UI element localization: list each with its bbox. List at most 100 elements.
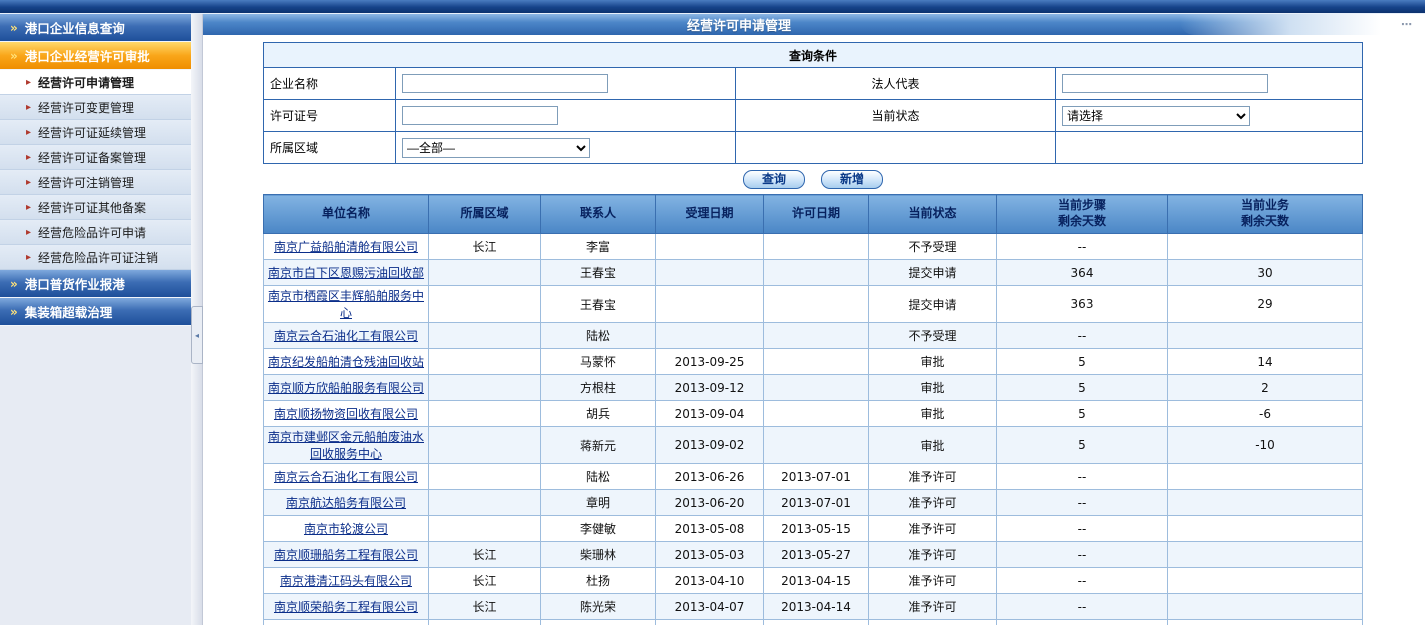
cell-region — [429, 260, 541, 286]
company-link[interactable]: 南京纪发船舶清仓残油回收站 — [268, 355, 424, 369]
company-link[interactable]: 南京云合石油化工有限公司 — [274, 470, 418, 484]
cell-status: 准予许可 — [869, 490, 997, 516]
company-name-cell: 南京广益船舶清舱有限公司 — [264, 234, 429, 260]
cell-license-date: 2013-07-01 — [764, 464, 869, 490]
cell-step-days: 5 — [997, 349, 1168, 375]
col-header-region: 所属区域 — [429, 195, 541, 234]
cell-biz-days: 30 — [1168, 260, 1363, 286]
cell-license-date — [764, 260, 869, 286]
cell-license-date — [764, 323, 869, 349]
cell-step-days: 363 — [997, 286, 1168, 323]
cell-step-days: 5 — [997, 427, 1168, 464]
company-link[interactable]: 南京顺扬物资回收有限公司 — [274, 407, 418, 421]
results-body: 南京广益船舶清舱有限公司长江李富不予受理--南京市白下区恩赐污油回收部王春宝提交… — [264, 234, 1363, 625]
menu-arrow-icon: ▸ — [26, 202, 31, 213]
cell-step-days: -- — [997, 568, 1168, 594]
group-expand-icon: » — [10, 49, 18, 63]
sidebar-item-license-change-mgmt[interactable]: ▸ 经营许可变更管理 — [0, 95, 191, 120]
cell-biz-days: 29 — [1168, 286, 1363, 323]
company-link[interactable]: 南京广益船舶清舱有限公司 — [274, 240, 418, 254]
company-link[interactable]: 南京港清江码头有限公司 — [280, 574, 412, 588]
company-name-cell: 南京市建邺区金元船舶废油水回收服务中心 — [264, 427, 429, 464]
sidebar-item-label: 经营许可变更管理 — [38, 99, 134, 116]
sidebar-item-license-apply-mgmt[interactable]: ▸ 经营许可申请管理 — [0, 70, 191, 95]
sidebar-item-license-record-mgmt[interactable]: ▸ 经营许可证备案管理 — [0, 145, 191, 170]
license-no-input[interactable] — [402, 106, 558, 125]
cell-accept-date: 2013-04-10 — [656, 568, 764, 594]
cell-biz-days — [1168, 542, 1363, 568]
cell-contact: 李富 — [541, 234, 656, 260]
sidebar-item-label: 经营危险品许可申请 — [38, 224, 146, 241]
sidebar-group-label: 港口企业经营许可审批 — [25, 46, 150, 65]
results-table: 单位名称 所属区域 联系人 受理日期 许可日期 当前状态 当前步骤 剩余天数 当… — [263, 194, 1363, 625]
table-row: 南京顺方欣船舶服务有限公司方根柱2013-09-12审批52 — [264, 375, 1363, 401]
company-link[interactable]: 南京市轮渡公司 — [304, 522, 388, 536]
region-select[interactable]: —全部— — [402, 138, 590, 158]
company-name-cell: 南京航达船务有限公司 — [264, 490, 429, 516]
sidebar-item-dangerous-goods-apply[interactable]: ▸ 经营危险品许可申请 — [0, 220, 191, 245]
cell-region: 长江 — [429, 568, 541, 594]
cell-region — [429, 286, 541, 323]
company-link[interactable]: 南京市栖霞区丰辉船舶服务中心 — [268, 289, 424, 320]
cell-step-days: -- — [997, 516, 1168, 542]
cell-biz-days — [1168, 516, 1363, 542]
titlebar-corner: ⋯ — [1180, 14, 1425, 35]
cell-biz-days: 14 — [1168, 349, 1363, 375]
sidebar-group-container-overload[interactable]: » 集装箱超载治理 — [0, 298, 191, 326]
cell-contact: 李健敏 — [541, 516, 656, 542]
search-button[interactable]: 查询 — [743, 170, 805, 189]
sidebar-group-port-enterprise-query[interactable]: » 港口企业信息查询 — [0, 14, 191, 42]
page-title-bar: 经营许可申请管理 ⋯ — [203, 14, 1425, 35]
company-name-cell: 南京顺扬物资回收有限公司 — [264, 401, 429, 427]
cell-accept-date: 2013-03-08 — [656, 620, 764, 625]
sidebar-group-cargo-report[interactable]: » 港口普货作业报港 — [0, 270, 191, 298]
cell-region — [429, 490, 541, 516]
add-button[interactable]: 新增 — [821, 170, 883, 189]
company-name-cell: 南京市栖霞区丰辉船舶服务中心 — [264, 286, 429, 323]
cell-contact: 杜扬 — [541, 620, 656, 625]
company-name-input[interactable] — [402, 74, 608, 93]
cell-contact: 方根柱 — [541, 375, 656, 401]
sidebar-item-label: 经营许可证延续管理 — [38, 124, 146, 141]
cell-accept-date — [656, 323, 764, 349]
legal-rep-input[interactable] — [1062, 74, 1268, 93]
grip-dots-icon: ⋯ — [1401, 18, 1413, 31]
cell-accept-date: 2013-04-07 — [656, 594, 764, 620]
company-link[interactable]: 南京顺珊船务工程有限公司 — [274, 548, 418, 562]
status-select[interactable]: 请选择 — [1062, 106, 1250, 126]
table-row: 南京市白下区恩赐污油回收部王春宝提交申请36430 — [264, 260, 1363, 286]
company-link[interactable]: 南京顺荣船务工程有限公司 — [274, 600, 418, 614]
sidebar-item-license-cancel-mgmt[interactable]: ▸ 经营许可注销管理 — [0, 170, 191, 195]
col-header-status: 当前状态 — [869, 195, 997, 234]
cell-biz-days — [1168, 323, 1363, 349]
company-link[interactable]: 南京顺方欣船舶服务有限公司 — [268, 381, 424, 395]
cell-region — [429, 349, 541, 375]
table-row: 南京港清江码头有限公司长江杜扬2013-04-102013-04-15准予许可-… — [264, 568, 1363, 594]
sidebar-group-license-approval[interactable]: » 港口企业经营许可审批 — [0, 42, 191, 70]
sidebar-item-license-renewal-mgmt[interactable]: ▸ 经营许可证延续管理 — [0, 120, 191, 145]
cell-contact: 柴珊林 — [541, 542, 656, 568]
collapse-handle[interactable]: ◂ — [191, 306, 203, 364]
company-link[interactable]: 南京市白下区恩赐污油回收部 — [268, 266, 424, 280]
table-row: 南京广益船舶清舱有限公司长江李富不予受理-- — [264, 234, 1363, 260]
sidebar-group-label: 集装箱超载治理 — [25, 302, 113, 321]
company-link[interactable]: 南京市建邺区金元船舶废油水回收服务中心 — [268, 430, 424, 461]
cell-status: 提交申请 — [869, 286, 997, 323]
table-row: 南京航达船务有限公司章明2013-06-202013-07-01准予许可-- — [264, 490, 1363, 516]
sidebar-item-dangerous-goods-cancel[interactable]: ▸ 经营危险品许可证注销 — [0, 245, 191, 270]
sidebar-group-label: 港口普货作业报港 — [25, 274, 125, 293]
company-link[interactable]: 南京航达船务有限公司 — [286, 496, 406, 510]
company-link[interactable]: 南京云合石油化工有限公司 — [274, 329, 418, 343]
cell-status: 不予许可 — [869, 620, 997, 625]
sidebar-item-license-other-record[interactable]: ▸ 经营许可证其他备案 — [0, 195, 191, 220]
cell-license-date — [764, 349, 869, 375]
sidebar-collapse-strip: ◂ — [191, 14, 203, 625]
cell-contact: 蒋新元 — [541, 427, 656, 464]
company-name-cell: 南京顺荣船务工程有限公司 — [264, 594, 429, 620]
cell-accept-date — [656, 260, 764, 286]
table-row: 南京市轮渡公司李健敏2013-05-082013-05-15准予许可-- — [264, 516, 1363, 542]
col-header-biz-days: 当前业务 剩余天数 — [1168, 195, 1363, 234]
cell-region — [429, 401, 541, 427]
col-header-unit-name: 单位名称 — [264, 195, 429, 234]
company-name-cell: 南京港清江码头有限公司 — [264, 568, 429, 594]
